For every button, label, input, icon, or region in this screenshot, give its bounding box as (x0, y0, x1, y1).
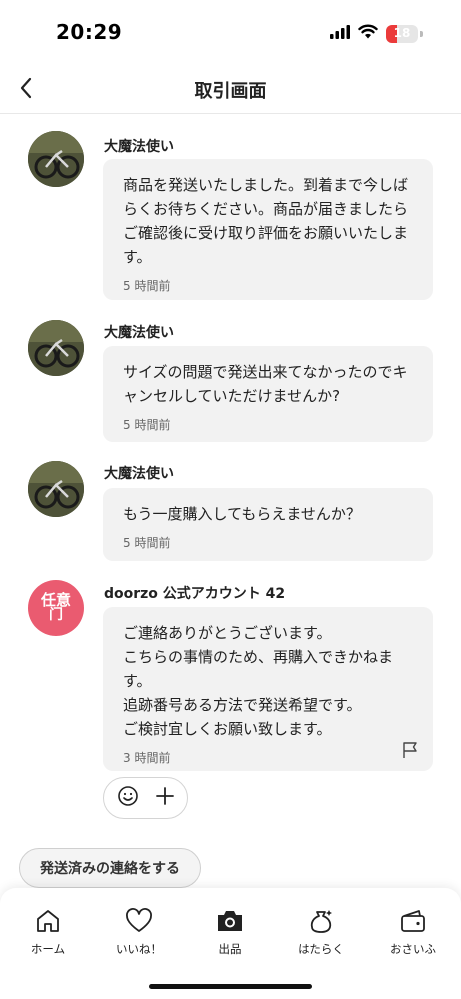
tab-wallet[interactable]: おさいふ (373, 906, 453, 957)
tab-sell[interactable]: 出品 (190, 906, 270, 957)
status-bar: 20:29 18 (0, 0, 461, 66)
avatar[interactable] (28, 320, 84, 376)
official-avatar[interactable]: 任意 门 (28, 580, 84, 636)
nav-header: 取引画面 (0, 66, 461, 114)
sender-name: 大魔法使い (104, 139, 174, 155)
tab-likes[interactable]: いいね！ (99, 906, 179, 957)
tab-label: ホーム (30, 942, 66, 956)
status-time: 20:29 (56, 20, 123, 44)
page-title: 取引画面 (194, 81, 267, 102)
home-icon (33, 906, 63, 936)
message-bubble: ご連絡ありがとうございます。 こちらの事情のため、再購入できかねます。 追跡番号… (103, 607, 433, 771)
tab-label: 出品 (218, 942, 242, 956)
message-time: 5 時間前 (123, 418, 171, 432)
battery-icon: 18 (386, 24, 418, 43)
money-bag-icon (306, 906, 336, 936)
status-icons: 18 (330, 24, 423, 43)
tab-label: はたらく (298, 942, 344, 956)
reaction-bar (103, 777, 188, 819)
avatar-text: 门 (49, 607, 63, 623)
message-text: 商品を発送いたしました。到着まで今しばらくお待ちください。商品が届きましたらご確… (123, 176, 409, 266)
battery-cap (420, 30, 423, 37)
sender-name: 大魔法使い (104, 325, 174, 341)
message-text: ご連絡ありがとうございます。 こちらの事情のため、再購入できかねます。 追跡番号… (123, 624, 394, 738)
wifi-icon (358, 24, 378, 43)
smiley-icon[interactable] (117, 785, 139, 811)
tab-label: いいね！ (116, 942, 162, 956)
avatar[interactable] (28, 131, 84, 187)
tab-home[interactable]: ホーム (8, 906, 88, 957)
message-time: 3 時間前 (123, 751, 171, 765)
message-text: もう一度購入してもらえませんか？ (123, 505, 361, 523)
sender-name: doorzo 公式アカウント 42 (104, 586, 286, 602)
message-time: 5 時間前 (123, 536, 171, 550)
plus-icon[interactable] (155, 786, 175, 810)
flag-icon (401, 742, 419, 763)
shipped-notification-button[interactable]: 発送済みの連絡をする (19, 848, 201, 888)
report-flag-button[interactable] (401, 741, 419, 759)
camera-icon (215, 906, 245, 936)
message-bubble: もう一度購入してもらえませんか？ 5 時間前 (103, 488, 433, 561)
avatar-text: 任意 (40, 591, 71, 609)
heart-icon (124, 906, 154, 936)
message-bubble: 商品を発送いたしました。到着まで今しばらくお待ちください。商品が届きましたらご確… (103, 159, 433, 300)
message-text: サイズの問題で発送出来てなかったのでキャンセルしていただけませんか? (123, 363, 408, 405)
wallet-icon (398, 906, 428, 936)
tab-work[interactable]: はたらく (281, 906, 361, 957)
signal-icon (330, 24, 350, 43)
tab-label: おさいふ (390, 942, 436, 956)
battery-level: 18 (393, 25, 411, 40)
home-indicator (149, 984, 312, 989)
tab-bar: ホーム いいね！ 出品 はたらく おさいふ (0, 888, 461, 999)
avatar[interactable] (28, 461, 84, 517)
message-bubble: サイズの問題で発送出来てなかったのでキャンセルしていただけませんか? 5 時間前 (103, 346, 433, 442)
sender-name: 大魔法使い (104, 466, 174, 482)
message-time: 5 時間前 (123, 279, 171, 293)
